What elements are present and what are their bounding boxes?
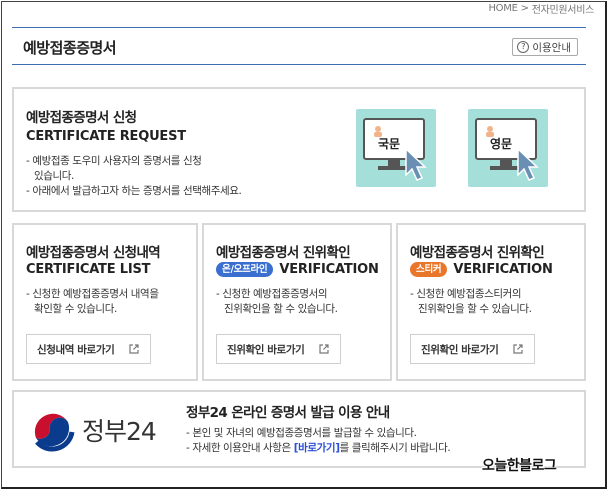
verify-online-shortcut-button[interactable]: 진위확인 바로가기 bbox=[216, 334, 342, 364]
list-desc-line: - 신청한 예방접종증명서 내역을 bbox=[26, 288, 159, 300]
verify-online-title-en: 온/오프라인 VERIFICATION bbox=[216, 262, 379, 277]
request-desc-line: - 아래에서 발급하고자 하는 증명서를 선택해주세요. bbox=[26, 185, 242, 197]
request-title-en: CERTIFICATE REQUEST bbox=[26, 129, 186, 144]
verify-online-description: - 신청한 예방접종증명서의 진위확인을 할 수 있습니다. bbox=[216, 287, 386, 317]
request-desc-line: 있습니다. bbox=[34, 170, 74, 182]
list-shortcut-label: 신청내역 바로가기 bbox=[37, 343, 115, 356]
verify-sticker-shortcut-button[interactable]: 진위확인 바로가기 bbox=[410, 334, 536, 364]
gov24-logo-text: 정부24 bbox=[82, 417, 157, 446]
verify-online-title-en-text: VERIFICATION bbox=[279, 262, 379, 277]
usage-guide-button[interactable]: ? 이용안내 bbox=[512, 38, 578, 56]
verify-sticker-desc-line: 진위확인을 할 수 있습니다. bbox=[418, 303, 532, 315]
usage-guide-label: 이용안내 bbox=[532, 41, 571, 54]
gov24-title: 정부24 온라인 증명서 발급 이용 안내 bbox=[186, 405, 390, 421]
gov24-desc-text: - 자세한 이용안내 사항은 bbox=[186, 442, 294, 454]
verify-online-title-ko: 예방접종증명서 진위확인 bbox=[216, 245, 351, 261]
verification-online-panel: 예방접종증명서 진위확인 온/오프라인 VERIFICATION - 신청한 예… bbox=[202, 223, 392, 381]
request-description: - 예방접종 도우미 사용자의 증명서를 신청 있습니다. - 아래에서 발급하… bbox=[26, 154, 306, 199]
request-title-ko: 예방접종증명서 신청 bbox=[26, 110, 137, 126]
verify-sticker-title-en: 스티커 VERIFICATION bbox=[410, 262, 553, 277]
verify-sticker-title-ko: 예방접종증명서 진위확인 bbox=[410, 245, 545, 261]
request-desc-line: - 예방접종 도우미 사용자의 증명서를 신청 bbox=[26, 155, 202, 167]
korean-certificate-button[interactable]: 국문 bbox=[356, 109, 436, 187]
list-title-en: CERTIFICATE LIST bbox=[26, 262, 150, 277]
breadcrumb-separator: > bbox=[520, 3, 529, 14]
online-offline-badge: 온/오프라인 bbox=[216, 262, 274, 277]
gov24-desc-line: - 자세한 이용안내 사항은 [바로가기]를 클릭해주시기 바랍니다. bbox=[186, 441, 576, 456]
page-title: 예방접종증명서 bbox=[23, 39, 117, 57]
verify-online-desc-line: - 신청한 예방접종증명서의 bbox=[216, 288, 328, 300]
external-link-icon bbox=[513, 344, 523, 354]
verify-sticker-title-en-text: VERIFICATION bbox=[453, 262, 553, 277]
breadcrumb: HOME > 전자민원서비스 bbox=[488, 1, 594, 16]
list-description: - 신청한 예방접종증명서 내역을 확인할 수 있습니다. bbox=[26, 287, 196, 317]
breadcrumb-section[interactable]: 전자민원서비스 bbox=[532, 1, 595, 16]
certificate-request-panel: 예방접종증명서 신청 CERTIFICATE REQUEST - 예방접종 도우… bbox=[12, 87, 586, 212]
gov24-shortcut-link[interactable]: [바로가기] bbox=[294, 442, 340, 454]
verify-online-desc-line: 진위확인을 할 수 있습니다. bbox=[224, 303, 338, 315]
verify-online-shortcut-label: 진위확인 바로가기 bbox=[227, 343, 305, 356]
english-label: 영문 bbox=[490, 137, 513, 151]
verify-sticker-desc-line: - 신청한 예방접종스티커의 bbox=[410, 288, 522, 300]
gov24-desc-line: - 본인 및 자녀의 예방접종증명서를 발급할 수 있습니다. bbox=[186, 427, 417, 439]
blog-watermark: 오늘한블로그 bbox=[482, 458, 557, 474]
gov24-logo-icon bbox=[34, 413, 75, 452]
verify-sticker-shortcut-label: 진위확인 바로가기 bbox=[421, 343, 499, 356]
external-link-icon bbox=[129, 344, 139, 354]
list-desc-line: 확인할 수 있습니다. bbox=[34, 303, 117, 315]
verify-sticker-description: - 신청한 예방접종스티커의 진위확인을 할 수 있습니다. bbox=[410, 287, 580, 317]
list-title-ko: 예방접종증명서 신청내역 bbox=[26, 245, 161, 261]
certificate-list-panel: 예방접종증명서 신청내역 CERTIFICATE LIST - 신청한 예방접종… bbox=[12, 223, 198, 381]
verification-sticker-panel: 예방접종증명서 진위확인 스티커 VERIFICATION - 신청한 예방접종… bbox=[396, 223, 586, 381]
list-shortcut-button[interactable]: 신청내역 바로가기 bbox=[26, 334, 152, 364]
korean-label: 국문 bbox=[378, 137, 401, 151]
page-header: 예방접종증명서 ? 이용안내 bbox=[12, 27, 586, 65]
sticker-badge: 스티커 bbox=[410, 262, 448, 277]
external-link-icon bbox=[319, 344, 329, 354]
list-title-en-text: CERTIFICATE LIST bbox=[26, 262, 151, 277]
gov24-description: - 본인 및 자녀의 예방접종증명서를 발급할 수 있습니다. - 자세한 이용… bbox=[186, 426, 576, 456]
breadcrumb-home[interactable]: HOME bbox=[488, 3, 517, 14]
english-certificate-button[interactable]: 영문 bbox=[468, 109, 548, 187]
gov24-desc-text: 를 클릭해주시기 바랍니다. bbox=[339, 442, 451, 454]
question-icon: ? bbox=[517, 41, 530, 53]
